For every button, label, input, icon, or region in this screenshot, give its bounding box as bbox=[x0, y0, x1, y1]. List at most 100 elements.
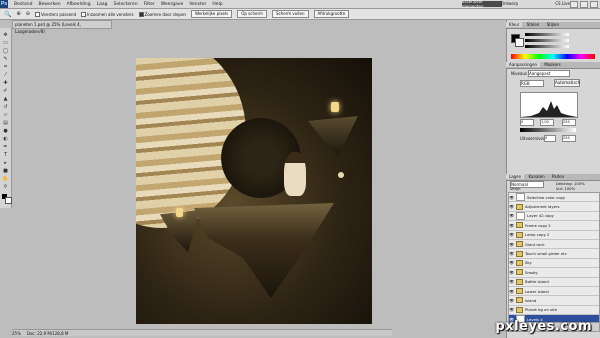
brush-tool-icon[interactable]: ✐ bbox=[2, 88, 9, 94]
visibility-eye-icon[interactable]: 👁 bbox=[509, 213, 514, 218]
fill-screen-button[interactable]: Scherm vullen bbox=[271, 10, 309, 18]
hand-tool-icon[interactable]: ✋ bbox=[2, 176, 9, 182]
workspace-button[interactable]: Essentiële elementen bbox=[462, 0, 502, 9]
input-white-field[interactable]: 255 bbox=[562, 119, 576, 126]
visibility-eye-icon[interactable]: 👁 bbox=[509, 195, 514, 200]
menu-help[interactable]: Help bbox=[212, 2, 222, 7]
input-gamma-field[interactable]: 1,00 bbox=[540, 119, 554, 126]
path-select-tool-icon[interactable]: ▸ bbox=[2, 160, 9, 166]
eyedropper-tool-icon[interactable]: ⁄ bbox=[2, 72, 9, 78]
crop-tool-icon[interactable]: ⌗ bbox=[2, 64, 9, 70]
tab-paths[interactable]: Paden bbox=[549, 174, 567, 179]
menu-edit[interactable]: Bewerken bbox=[38, 2, 60, 7]
output-black-field[interactable]: 0 bbox=[544, 135, 556, 142]
menu-view[interactable]: Weergave bbox=[161, 2, 184, 7]
zoom-tool-icon[interactable]: ⚲ bbox=[2, 184, 9, 190]
blur-tool-icon[interactable]: ● bbox=[2, 128, 9, 134]
tab-channels[interactable]: Kanalen bbox=[526, 174, 548, 179]
color-slider-g[interactable] bbox=[525, 39, 569, 42]
layer-row[interactable]: 👁 Island bbox=[509, 296, 599, 306]
background-color-swatch[interactable] bbox=[5, 197, 12, 204]
layer-row[interactable]: 👁 Giant rock bbox=[509, 240, 599, 250]
visibility-eye-icon[interactable]: 👁 bbox=[509, 260, 514, 265]
levels-preset-select[interactable]: Aangepast bbox=[528, 70, 570, 77]
menu-window[interactable]: Venster bbox=[189, 2, 206, 7]
tab-styles[interactable]: Stijlen bbox=[544, 22, 562, 27]
zoom-all-windows-checkbox[interactable]: Inzoomen alle vensters bbox=[81, 11, 134, 17]
gradient-tool-icon[interactable]: ▤ bbox=[2, 120, 9, 126]
color-slider-b[interactable] bbox=[525, 45, 569, 48]
document-tab[interactable]: planeten 1.psd @ 25% (Levels 4, Laagmask… bbox=[12, 20, 112, 34]
floating-island-main bbox=[194, 203, 334, 298]
history-brush-tool-icon[interactable]: ↺ bbox=[2, 104, 9, 110]
layer-row[interactable]: 👁 Lamp copy 2 bbox=[509, 231, 599, 240]
healing-tool-icon[interactable]: ✚ bbox=[2, 80, 9, 86]
layer-row[interactable]: 👁 Frame copy 2 bbox=[509, 221, 599, 231]
visibility-eye-icon[interactable]: 👁 bbox=[509, 204, 514, 209]
input-black-field[interactable]: 0 bbox=[520, 119, 534, 126]
layer-row[interactable]: 👁 Layer 42 copy bbox=[509, 211, 599, 222]
scrubby-zoom-checkbox[interactable]: Zoomen door slepen bbox=[138, 11, 186, 17]
visibility-eye-icon[interactable]: 👁 bbox=[509, 270, 514, 275]
document-canvas[interactable] bbox=[136, 58, 372, 324]
tab-layers[interactable]: Lagen bbox=[506, 174, 525, 179]
stamp-tool-icon[interactable]: ▲ bbox=[2, 96, 9, 102]
tab-color[interactable]: Kleur bbox=[506, 22, 523, 27]
color-slider-r[interactable] bbox=[525, 33, 569, 36]
menu-select[interactable]: Selecteren bbox=[114, 2, 138, 7]
visibility-eye-icon[interactable]: 👁 bbox=[509, 307, 514, 312]
layer-row[interactable]: 👁 Planet bg on site bbox=[509, 306, 599, 316]
tab-adjustments[interactable]: Aanpassingen bbox=[506, 62, 541, 67]
visibility-eye-icon[interactable]: 👁 bbox=[509, 223, 514, 228]
channel-select[interactable]: RGB bbox=[520, 80, 544, 87]
eraser-tool-icon[interactable]: ▱ bbox=[2, 112, 9, 118]
visibility-eye-icon[interactable]: 👁 bbox=[509, 232, 514, 237]
histogram-graph bbox=[521, 101, 577, 117]
layer-row[interactable]: 👁 Touch small girder etc bbox=[509, 249, 599, 259]
menu-filter[interactable]: Filter bbox=[144, 2, 155, 7]
layer-row[interactable]: 👁 Selective color copy bbox=[509, 193, 599, 203]
auto-button[interactable]: Automatisch bbox=[554, 79, 580, 87]
layer-row[interactable]: 👁 Adjustment layers bbox=[509, 202, 599, 212]
type-tool-icon[interactable]: T bbox=[2, 152, 9, 158]
close-icon[interactable] bbox=[590, 1, 598, 8]
pen-tool-icon[interactable]: ✒ bbox=[2, 144, 9, 150]
quick-select-tool-icon[interactable]: ✎ bbox=[2, 56, 9, 62]
visibility-eye-icon[interactable]: 👁 bbox=[509, 251, 514, 256]
maximize-icon[interactable] bbox=[580, 1, 588, 8]
actual-pixels-button[interactable]: Werkelijke pixels bbox=[190, 10, 233, 18]
cs-live-button[interactable]: CS Live bbox=[555, 1, 570, 6]
minimize-icon[interactable] bbox=[570, 1, 578, 8]
menu-layer[interactable]: Laag bbox=[97, 2, 108, 7]
output-gradient-strip[interactable] bbox=[520, 128, 576, 132]
output-white-field[interactable]: 255 bbox=[562, 135, 576, 142]
shape-tool-icon[interactable]: ■ bbox=[2, 168, 9, 174]
zoom-tool-icon[interactable]: 🔍 bbox=[4, 11, 11, 18]
lasso-tool-icon[interactable]: ◯ bbox=[2, 48, 9, 54]
visibility-eye-icon[interactable]: 👁 bbox=[509, 279, 514, 284]
zoom-out-icon[interactable]: ⊖ bbox=[26, 11, 30, 17]
tab-masks[interactable]: Maskers bbox=[541, 62, 563, 67]
resize-windows-checkbox[interactable]: Vensters passend bbox=[34, 11, 76, 17]
fill-field[interactable]: Vul: 100% bbox=[556, 186, 575, 191]
menu-image[interactable]: Afbeelding bbox=[67, 2, 91, 7]
visibility-eye-icon[interactable]: 👁 bbox=[509, 242, 514, 247]
layer-row[interactable]: 👁 Bottle island bbox=[509, 278, 599, 287]
menu-file[interactable]: Bestand bbox=[14, 2, 32, 7]
visibility-eye-icon[interactable]: 👁 bbox=[509, 289, 514, 294]
tab-swatches[interactable]: Stalen bbox=[524, 22, 543, 27]
visibility-eye-icon[interactable]: 👁 bbox=[509, 298, 514, 303]
zoom-level[interactable]: 25% bbox=[12, 331, 21, 336]
layer-row[interactable]: 👁 Lower island bbox=[509, 287, 599, 297]
move-tool-icon[interactable]: ✥ bbox=[2, 32, 9, 38]
layer-row[interactable]: 👁 Sky bbox=[509, 259, 599, 269]
dodge-tool-icon[interactable]: ◐ bbox=[2, 136, 9, 142]
layer-row[interactable]: 👁 Smoky bbox=[509, 268, 599, 278]
fit-screen-button[interactable]: Op scherm bbox=[237, 10, 267, 18]
workspace-label[interactable]: Ontwerp bbox=[501, 1, 518, 6]
color-background-swatch[interactable] bbox=[515, 38, 524, 47]
marquee-tool-icon[interactable]: ▭ bbox=[2, 40, 9, 46]
color-spectrum[interactable] bbox=[511, 54, 595, 59]
print-size-button[interactable]: Afdrukgrootte bbox=[313, 10, 350, 18]
zoom-in-icon[interactable]: ⊕ bbox=[16, 11, 20, 17]
